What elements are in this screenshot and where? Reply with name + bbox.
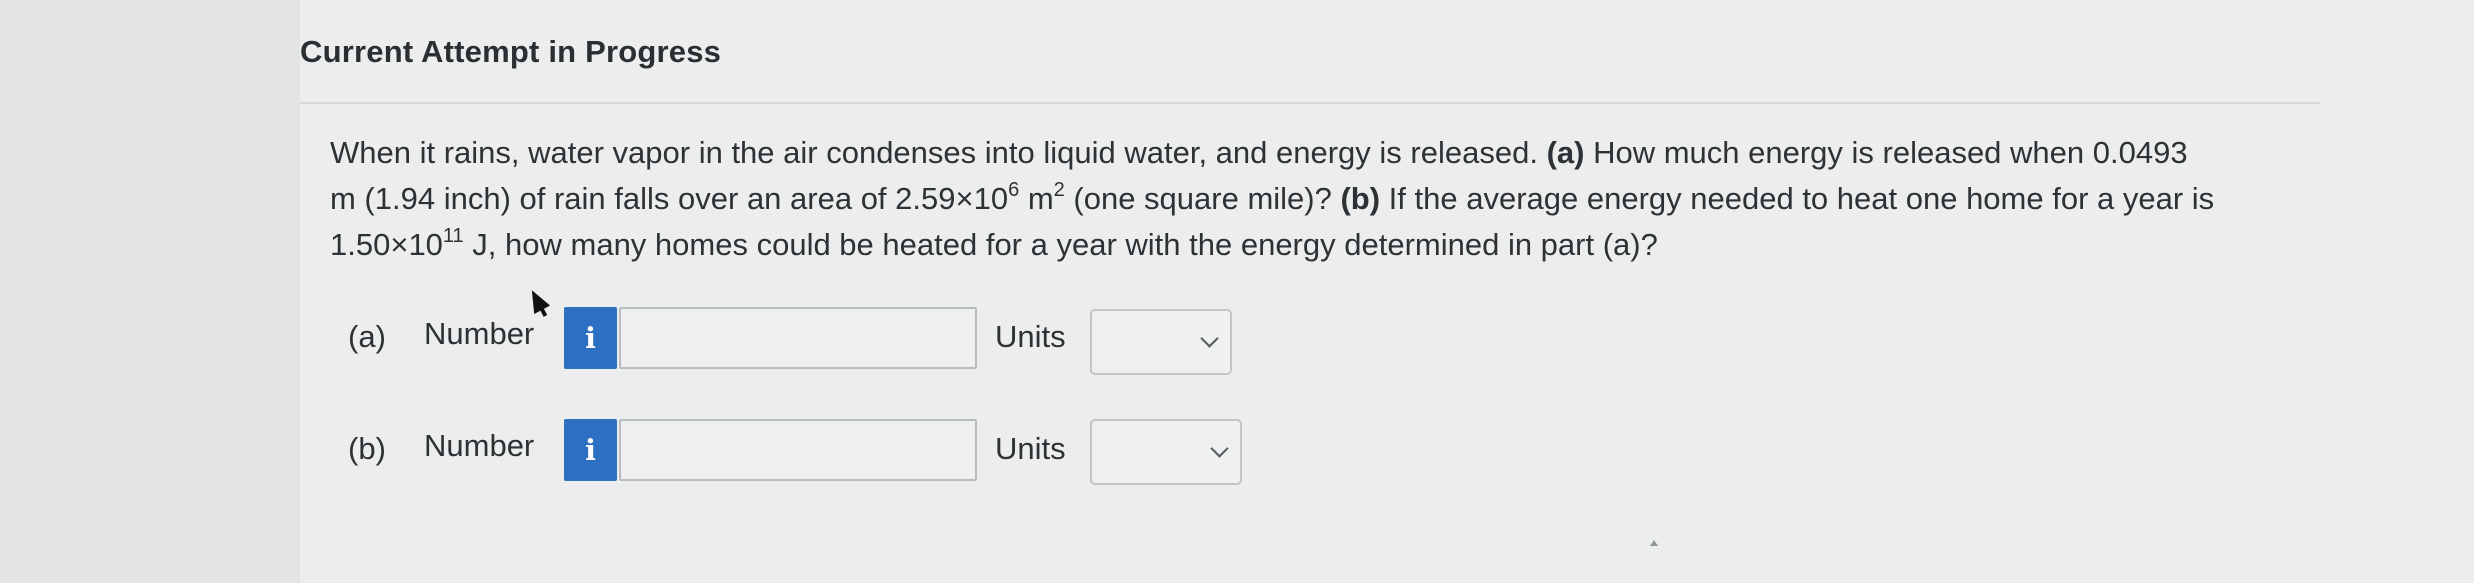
info-icon: i [584,321,597,355]
chevron-down-icon [1210,439,1229,458]
left-gutter [0,0,300,583]
number-label-b: Number [424,428,535,463]
number-input-a[interactable] [619,307,977,369]
question-line2-post: (one square mile)? [1064,181,1341,216]
units-label-a: Units [995,319,1066,354]
answer-row-b: (b) Number i Units [348,415,1348,485]
question-line1-post: How much energy is released when 0.0493 [1584,135,2188,170]
question-line1-pre: When it rains, water vapor in the air co… [330,135,1547,170]
number-input-b[interactable] [619,419,977,481]
area-exponent: 6 [1008,179,1020,201]
question-line2-mid: m [1019,181,1054,216]
question-line3-post: J, how many homes could be heated for a … [463,227,1658,262]
units-select-a[interactable] [1090,309,1232,375]
number-label-a: Number [424,316,535,351]
info-button-a[interactable]: i [564,307,617,369]
question-line2-tail: If the average energy needed to heat one… [1380,181,2215,216]
units-label-b: Units [995,431,1066,466]
question-line3-pre: 1.50×10 [330,227,443,262]
question-part-a-label: (a) [1546,135,1585,170]
question-line2-pre: m (1.94 inch) of rain falls over an area… [330,181,1009,216]
answer-row-a: (a) Number i Units [348,303,1348,375]
small-caret-icon [1650,540,1658,546]
question-text: When it rains, water vapor in the air co… [330,130,2350,268]
divider [300,102,2320,104]
unit-exponent: 2 [1053,179,1065,201]
part-b-label: (b) [348,431,386,466]
question-part-b-label: (b) [1340,181,1381,216]
page-title: Current Attempt in Progress [300,34,722,69]
part-a-label: (a) [348,319,386,354]
chevron-down-icon [1200,329,1219,348]
question-panel [300,0,2474,583]
info-button-b[interactable]: i [564,419,617,481]
units-select-b[interactable] [1090,419,1242,485]
info-icon: i [584,433,597,467]
energy-exponent: 11 [442,225,464,247]
